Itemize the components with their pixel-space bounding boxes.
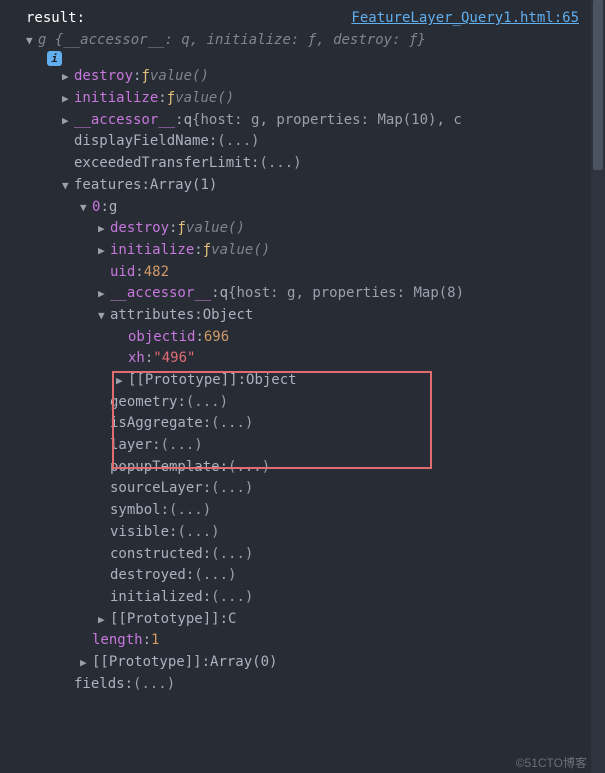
prop-features-proto[interactable]: [[Prototype]]: Array(0) [8, 652, 601, 674]
expand-toggle-icon[interactable] [116, 372, 128, 389]
prop-f0-constructed[interactable]: constructed: (...) [8, 544, 601, 566]
expand-toggle-icon[interactable] [98, 242, 110, 259]
log-header-row: result: FeatureLayer_Query1.html:65 [8, 8, 601, 30]
prop-f0-initialize[interactable]: initialize: ƒ value() [8, 240, 601, 262]
prop-f0-popuptemplate[interactable]: popupTemplate: (...) [8, 457, 601, 479]
prop-fields[interactable]: fields: (...) [8, 674, 601, 696]
prop-f0-proto[interactable]: [[Prototype]]: C [8, 609, 601, 631]
prop-f0-accessor[interactable]: __accessor__: q {host: g, properties: Ma… [8, 283, 601, 305]
prop-features-length[interactable]: length: 1 [8, 630, 601, 652]
expand-toggle-icon[interactable] [62, 90, 74, 107]
expand-toggle-icon[interactable] [80, 654, 92, 671]
prop-f0-layer[interactable]: layer: (...) [8, 435, 601, 457]
expand-toggle-icon[interactable] [26, 32, 38, 49]
prop-f0-initialized[interactable]: initialized: (...) [8, 587, 601, 609]
expand-toggle-icon[interactable] [62, 177, 74, 194]
prop-features-0[interactable]: 0: g [8, 197, 601, 219]
prop-displayfieldname[interactable]: displayFieldName: (...) [8, 131, 601, 153]
prop-attr-objectid[interactable]: objectid: 696 [8, 327, 601, 349]
result-label: result: [26, 8, 85, 30]
prop-f0-uid[interactable]: uid: 482 [8, 262, 601, 284]
scrollbar[interactable] [591, 0, 605, 773]
root-summary-row[interactable]: g {__accessor__: q, initialize: ƒ, destr… [8, 30, 601, 52]
expand-toggle-icon[interactable] [98, 611, 110, 628]
prop-f0-destroy[interactable]: destroy: ƒ value() [8, 218, 601, 240]
prop-destroy[interactable]: destroy: ƒ value() [8, 66, 601, 88]
expand-toggle-icon[interactable] [80, 199, 92, 216]
prop-accessor[interactable]: __accessor__: q {host: g, properties: Ma… [8, 110, 601, 132]
info-badge-row: i [8, 51, 601, 66]
expand-toggle-icon[interactable] [98, 285, 110, 302]
expand-toggle-icon[interactable] [98, 220, 110, 237]
prop-attr-proto[interactable]: [[Prototype]]: Object [8, 370, 601, 392]
prop-f0-attributes[interactable]: attributes: Object [8, 305, 601, 327]
watermark: ©51CTO博客 [516, 754, 587, 771]
prop-f0-symbol[interactable]: symbol: (...) [8, 500, 601, 522]
console-object-tree: result: FeatureLayer_Query1.html:65 g {_… [0, 0, 605, 703]
prop-f0-sourcelayer[interactable]: sourceLayer: (...) [8, 478, 601, 500]
root-summary: g {__accessor__: q, initialize: ƒ, destr… [38, 30, 426, 52]
prop-f0-isaggregate[interactable]: isAggregate: (...) [8, 413, 601, 435]
prop-f0-visible[interactable]: visible: (...) [8, 522, 601, 544]
prop-f0-geometry[interactable]: geometry: (...) [8, 392, 601, 414]
scrollbar-thumb[interactable] [593, 0, 603, 170]
prop-attr-xh[interactable]: xh: "496" [8, 348, 601, 370]
expand-toggle-icon[interactable] [62, 68, 74, 85]
prop-features[interactable]: features: Array(1) [8, 175, 601, 197]
info-icon[interactable]: i [47, 51, 62, 66]
prop-f0-destroyed[interactable]: destroyed: (...) [8, 565, 601, 587]
prop-exceededtransferlimit[interactable]: exceededTransferLimit: (...) [8, 153, 601, 175]
expand-toggle-icon[interactable] [98, 307, 110, 324]
source-link[interactable]: FeatureLayer_Query1.html:65 [351, 8, 579, 30]
prop-initialize[interactable]: initialize: ƒ value() [8, 88, 601, 110]
expand-toggle-icon[interactable] [62, 112, 74, 129]
